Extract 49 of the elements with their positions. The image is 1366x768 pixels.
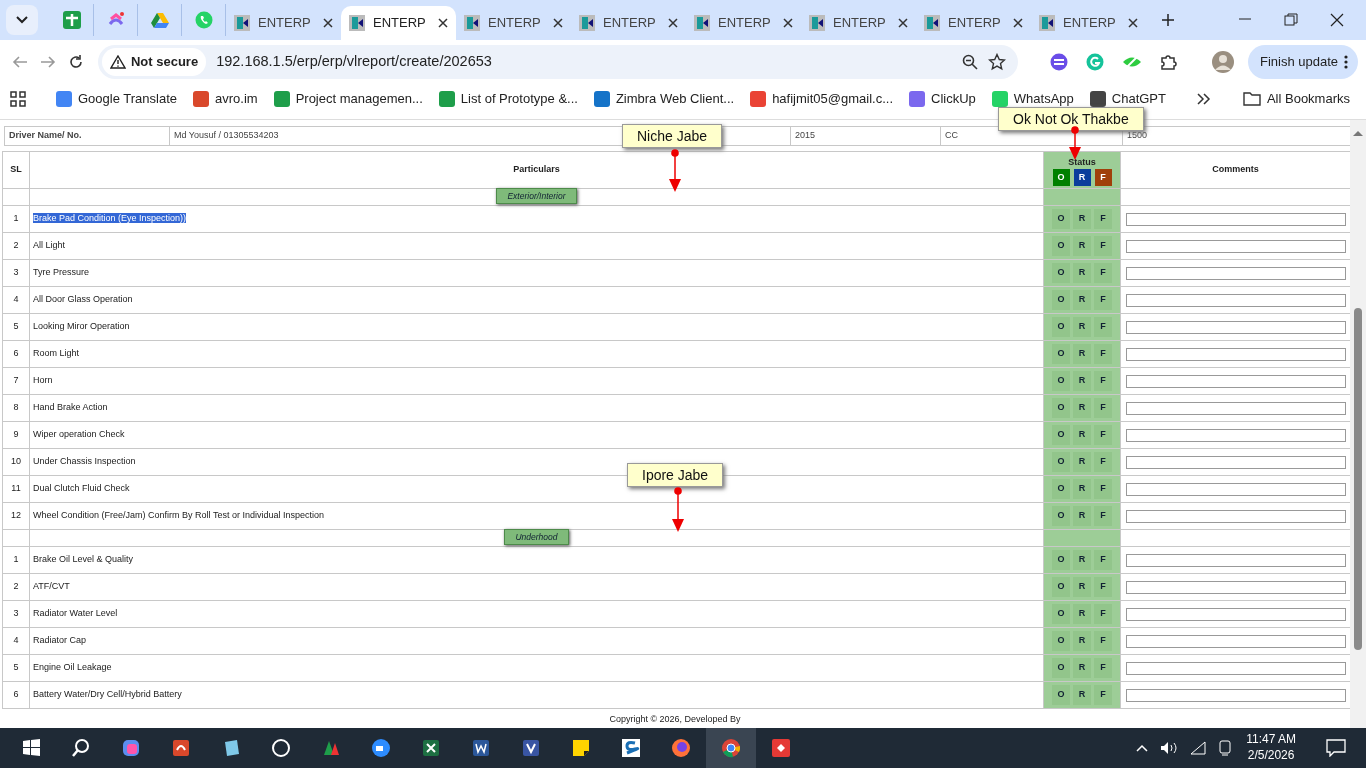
particular-text: Wheel Condition (Free/Jam) Confirm By Roll Test or Individual Inspection <box>33 510 324 521</box>
url-text: 192.168.1.5/erp/erp/vlreport/create/202653 <box>216 52 493 72</box>
particular-text: All Light <box>33 240 66 251</box>
note-tooltip: Ok Not Ok Thakbe <box>998 107 1144 131</box>
row-number: 8 <box>2 394 30 422</box>
row-number: 11 <box>2 475 30 503</box>
footer-text: Copyright © 2026, Developed By <box>608 713 742 726</box>
column-header: Comments <box>1120 151 1350 189</box>
section-label: Underhood <box>504 529 569 546</box>
particular-text: ATF/CVT <box>33 581 70 592</box>
particular-text: Radiator Cap <box>33 635 87 646</box>
row-number: 1 <box>2 205 30 233</box>
row-number: 10 <box>2 448 30 476</box>
row-number: 1 <box>2 546 30 574</box>
particular-text: Battery Water/Dry Cell/Hybrid Battery <box>33 689 182 700</box>
row-number: 6 <box>2 681 30 709</box>
particular-text: Brake Oil Level & Quality <box>33 554 134 565</box>
particular-text: All Door Glass Operation <box>33 294 133 305</box>
row-number: 4 <box>2 627 30 655</box>
row-number: 2 <box>2 232 30 260</box>
row-number: 9 <box>2 421 30 449</box>
column-header: Status <box>1067 155 1097 169</box>
particular-text: Horn <box>33 375 53 386</box>
section-label: Exterior/Interior <box>496 188 577 205</box>
row-number: 3 <box>2 259 30 287</box>
particular-text: Brake Pad Condition (Eye Inspection)) <box>33 213 187 224</box>
column-header: Particulars <box>29 151 1044 189</box>
row-number: 5 <box>2 313 30 341</box>
note-tooltip: Ipore Jabe <box>627 463 724 487</box>
row-number: 3 <box>2 600 30 628</box>
particular-text: Dual Clutch Fluid Check <box>33 483 130 494</box>
row-number: 2 <box>2 573 30 601</box>
field-value: 2015 <box>790 126 941 146</box>
row-number: 12 <box>2 502 30 530</box>
column-header: SL <box>2 151 30 189</box>
particular-text: Looking Miror Operation <box>33 321 130 332</box>
row-number: 6 <box>2 340 30 368</box>
row-number: 4 <box>2 286 30 314</box>
particular-text: Radiator Water Level <box>33 608 118 619</box>
particular-text: Hand Brake Action <box>33 402 108 413</box>
particular-text: Engine Oil Leakage <box>33 662 112 673</box>
particular-text: Wiper operation Check <box>33 429 125 440</box>
particular-text: Room Light <box>33 348 80 359</box>
particular-text: Under Chassis Inspection <box>33 456 136 467</box>
note-tooltip: Niche Jabe <box>622 124 723 148</box>
field-label: Driver Name/ No. <box>4 126 170 146</box>
row-number: 5 <box>2 654 30 682</box>
particular-text: Tyre Pressure <box>33 267 90 278</box>
row-number: 7 <box>2 367 30 395</box>
